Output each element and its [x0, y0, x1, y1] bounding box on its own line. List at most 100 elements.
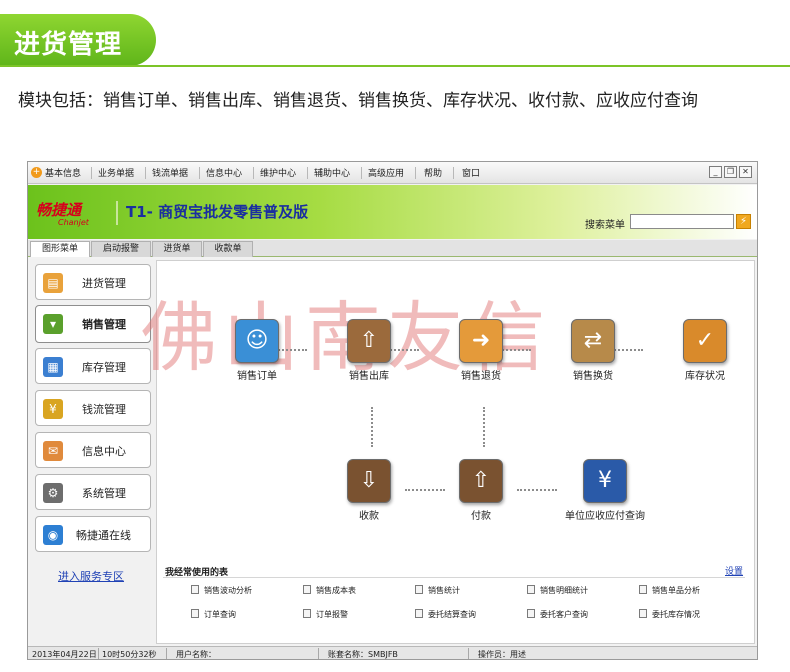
status-time: 10时50分32秒 — [102, 650, 157, 659]
menu-separator — [415, 167, 416, 179]
sidebar-item-label: 系统管理 — [82, 487, 126, 500]
flow-node-sales-outbound[interactable]: ⇧ 销售出库 — [325, 319, 405, 389]
sidebar-item-label: 库存管理 — [82, 361, 126, 374]
drawer-out-icon: ⇧ — [459, 459, 503, 503]
menu-separator — [453, 167, 454, 179]
header-badge: 进货管理 — [0, 14, 156, 66]
status-operator: 操作员：用述 — [478, 650, 526, 659]
flow-node-receipt[interactable]: ⇩ 收款 — [325, 459, 405, 529]
menu-app-icon: + — [31, 167, 42, 178]
menu-separator — [307, 167, 308, 179]
menu-separator — [145, 167, 146, 179]
menu-separator — [91, 167, 92, 179]
report-link[interactable]: 销售单品分析 — [639, 585, 700, 596]
box-up-arrow-icon: ⇧ — [347, 319, 391, 363]
brand-logo: 畅捷通 — [36, 201, 82, 219]
report-icon — [527, 609, 535, 618]
module-description: 模块包括：销售订单、销售出库、销售退货、销售换货、库存状况、收付款、应收应付查询 — [18, 91, 698, 111]
service-zone-link[interactable]: 进入服务专区 — [58, 568, 124, 584]
flow-node-sales-exchange[interactable]: ⇄ 销售换货 — [549, 319, 629, 389]
close-button[interactable]: ✕ — [739, 166, 752, 178]
restore-button[interactable]: ❐ — [724, 166, 737, 178]
tab-startup-alarm[interactable]: 启动报警 — [91, 241, 151, 257]
sidebar-item-inventory[interactable]: ▦ 库存管理 — [35, 348, 151, 384]
settings-icon: ⚙ — [43, 483, 63, 503]
globe-icon: ◉ — [43, 525, 63, 545]
sidebar: ▤ 进货管理 ▾ 销售管理 ▦ 库存管理 ¥ 钱流管理 ✉ 信息中心 ⚙ 系统管… — [30, 259, 156, 647]
frequent-reports-divider — [163, 577, 745, 578]
menu-item-maintenance[interactable]: 维护中心 — [260, 166, 296, 179]
menu-item-cash-docs[interactable]: 钱流单据 — [152, 166, 188, 179]
flow-node-ar-ap-query[interactable]: ¥ 单位应收应付查询 — [561, 459, 645, 529]
report-link-label: 销售单品分析 — [652, 586, 700, 595]
flow-node-sales-return[interactable]: ➜ 销售退货 — [437, 319, 517, 389]
tab-graphic-menu[interactable]: 图形菜单 — [30, 241, 90, 257]
status-separator — [98, 648, 99, 659]
menu-item-info-center[interactable]: 信息中心 — [206, 166, 242, 179]
hand-exchange-icon: ⇄ — [571, 319, 615, 363]
status-date: 2013年04月22日 — [32, 650, 97, 659]
header-divider — [0, 65, 790, 67]
report-icon — [415, 585, 423, 594]
menu-bar: + 基本信息 业务单据 钱流单据 信息中心 维护中心 辅助中心 高级应用 帮助 … — [28, 162, 757, 184]
flow-node-sales-order[interactable]: ☺ 销售订单 — [213, 319, 293, 389]
product-title: T1- 商贸宝批发零售普及版 — [126, 203, 309, 221]
menu-item-window[interactable]: 窗口 — [462, 166, 480, 179]
menu-item-help[interactable]: 帮助 — [424, 166, 442, 179]
menu-search-input[interactable] — [630, 214, 734, 229]
report-icon — [527, 585, 535, 594]
report-link[interactable]: 销售波动分析 — [191, 585, 252, 596]
report-link[interactable]: 订单查询 — [191, 609, 236, 620]
flow-node-inventory-status[interactable]: ✓ 库存状况 — [661, 319, 741, 389]
sidebar-item-info-center[interactable]: ✉ 信息中心 — [35, 432, 151, 468]
menu-separator — [199, 167, 200, 179]
flow-node-label: 销售订单 — [237, 371, 277, 382]
flow-node-label: 销售退货 — [461, 371, 501, 382]
report-link[interactable]: 销售成本表 — [303, 585, 356, 596]
menu-item-auxiliary[interactable]: 辅助中心 — [314, 166, 350, 179]
envelope-icon: ✉ — [43, 441, 63, 461]
report-link[interactable]: 委托客户查询 — [527, 609, 588, 620]
cart-icon: ▾ — [43, 314, 63, 334]
sidebar-item-label: 钱流管理 — [82, 403, 126, 416]
tab-purchase-order[interactable]: 进货单 — [152, 241, 202, 257]
sidebar-item-cash[interactable]: ¥ 钱流管理 — [35, 390, 151, 426]
report-link-label: 销售明细统计 — [540, 586, 588, 595]
report-icon — [639, 609, 647, 618]
drawer-in-icon: ⇩ — [347, 459, 391, 503]
menu-item-advanced[interactable]: 高级应用 — [368, 166, 404, 179]
sidebar-item-sales[interactable]: ▾ 销售管理 — [35, 305, 151, 343]
sidebar-item-online[interactable]: ◉ 畅捷通在线 — [35, 516, 151, 552]
minimize-button[interactable]: _ — [709, 166, 722, 178]
report-link[interactable]: 销售明细统计 — [527, 585, 588, 596]
flow-node-payment[interactable]: ⇧ 付款 — [437, 459, 517, 529]
status-bar: 2013年04月22日 10时50分32秒 用户名称： 账套名称：SMBJFB … — [28, 646, 757, 659]
menu-item-basic-info[interactable]: 基本信息 — [45, 166, 81, 179]
flow-node-label: 付款 — [471, 511, 491, 522]
tab-receipt-order[interactable]: 收款单 — [203, 241, 253, 257]
flow-connector — [517, 489, 557, 491]
report-link[interactable]: 订单报警 — [303, 609, 348, 620]
menu-item-business-docs[interactable]: 业务单据 — [98, 166, 134, 179]
report-link[interactable]: 委托库存情况 — [639, 609, 700, 620]
sidebar-item-label: 畅捷通在线 — [76, 529, 131, 542]
flow-node-label: 单位应收应付查询 — [565, 511, 645, 522]
grid-icon: ▦ — [43, 357, 63, 377]
report-link[interactable]: 委托结算查询 — [415, 609, 476, 620]
sidebar-item-purchase[interactable]: ▤ 进货管理 — [35, 264, 151, 300]
lightning-icon[interactable]: ⚡ — [736, 214, 751, 229]
report-icon — [415, 609, 423, 618]
hand-return-icon: ➜ — [459, 319, 503, 363]
sidebar-item-system[interactable]: ⚙ 系统管理 — [35, 474, 151, 510]
report-link-label: 订单查询 — [204, 610, 236, 619]
app-window: + 基本信息 业务单据 钱流单据 信息中心 维护中心 辅助中心 高级应用 帮助 … — [27, 161, 758, 660]
status-separator — [468, 648, 469, 659]
report-icon — [191, 585, 199, 594]
sidebar-item-label: 销售管理 — [82, 318, 126, 331]
clipboard-icon: ✓ — [683, 319, 727, 363]
frequent-reports-settings-link[interactable]: 设置 — [725, 564, 743, 577]
status-account: 账套名称：SMBJFB — [328, 650, 398, 659]
status-separator — [166, 648, 167, 659]
report-link[interactable]: 销售统计 — [415, 585, 460, 596]
yen-search-icon: ¥ — [583, 459, 627, 503]
